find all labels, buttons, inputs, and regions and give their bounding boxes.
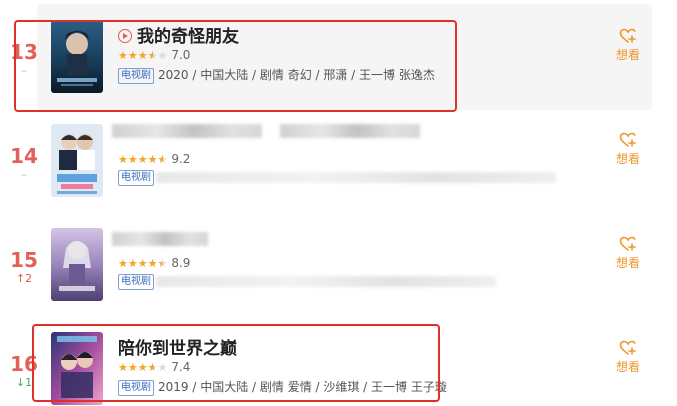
type-tag: 电视剧 [118, 274, 154, 290]
rank-number: 14 [10, 144, 38, 168]
type-tag: 电视剧 [118, 380, 154, 396]
rating-stars-icon: ★★★★★★★★★★ [118, 361, 168, 374]
heart-plus-icon [619, 132, 636, 147]
want-to-watch-button[interactable]: 想看 [610, 340, 646, 375]
rank-number: 16 [10, 352, 38, 376]
title-text: 陪你到世界之巅 [118, 339, 237, 359]
title[interactable]: 陪你到世界之巅 [118, 334, 237, 359]
poster-image[interactable] [51, 20, 103, 93]
blurred-title-extra [280, 124, 420, 138]
meta-text: 2019 / 中国大陆 / 剧情 爱情 / 沙维琪 / 王一博 王子璇 [158, 380, 447, 394]
rating-score: 9.2 [171, 152, 191, 166]
rank-number: 15 [10, 248, 38, 272]
title-text: 我的奇怪朋友 [137, 27, 239, 47]
list-item[interactable]: 14 – ★★★★★ ★★★★★ 9.2 电视剧 想看 [0, 104, 677, 204]
list-item[interactable]: 15 ↑2 ★★★★★★★★★★8.9 [0, 208, 677, 308]
poster-image[interactable] [51, 124, 103, 197]
meta-info: 电视剧 2020 / 中国大陆 / 剧情 奇幻 / 邢潇 / 王一博 张逸杰 [118, 66, 435, 84]
blurred-title [112, 124, 262, 138]
heart-plus-icon [619, 28, 636, 43]
title[interactable]: 我的奇怪朋友 [118, 22, 239, 47]
rating-score: 7.0 [171, 48, 191, 62]
meta-text: 2020 / 中国大陆 / 剧情 奇幻 / 邢潇 / 王一博 张逸杰 [158, 68, 435, 82]
want-to-watch-button[interactable]: 想看 [610, 132, 646, 167]
rating-stars-icon: ★★★★★★★★★★ [118, 49, 168, 62]
list-item[interactable]: 13 – 我的奇怪朋友 ★★★★★ ★★★ 7.0 电视剧 2020 / 中国大… [0, 0, 677, 100]
meta-info: 电视剧 2019 / 中国大陆 / 剧情 爱情 / 沙维琪 / 王一博 王子璇 [118, 378, 447, 396]
heart-plus-icon [619, 236, 636, 251]
want-to-watch-button[interactable]: 想看 [610, 28, 646, 63]
type-tag: 电视剧 [118, 170, 154, 186]
rank-number: 13 [10, 40, 38, 64]
heart-plus-icon [619, 340, 636, 355]
rating-stars-icon: ★★★★★★★★★★ [118, 153, 168, 166]
want-to-watch-button[interactable]: 想看 [610, 236, 646, 271]
rank-trend: ↑2 [15, 272, 33, 285]
rank-trend: – [21, 168, 27, 181]
rank-trend: ↓1 [15, 376, 33, 389]
rating: ★★★★★★★★★★7.4 [118, 360, 190, 374]
ranking-list: 13 – 我的奇怪朋友 ★★★★★ ★★★ 7.0 电视剧 2020 / 中国大… [0, 0, 677, 406]
meta-info: 电视剧 [118, 274, 158, 290]
rating: ★★★★★★★★★★8.9 [118, 256, 190, 270]
play-icon[interactable] [118, 29, 132, 43]
blurred-meta [156, 172, 556, 183]
rating-score: 7.4 [171, 360, 191, 374]
rating: ★★★★★★★★★★7.0 [118, 48, 190, 62]
rating: ★★★★★ ★★★★★ 9.2 [118, 152, 190, 166]
rank-trend: – [21, 64, 27, 77]
want-to-watch-label: 想看 [615, 360, 640, 374]
poster-image[interactable] [51, 228, 103, 301]
want-to-watch-label: 想看 [615, 152, 640, 166]
want-to-watch-label: 想看 [615, 48, 640, 62]
blurred-meta [156, 276, 496, 287]
meta-info: 电视剧 [118, 170, 158, 186]
list-item[interactable]: 16 ↓1 陪你到世界之巅 ★★★★★ ★★★★ 7.4 电视剧 2019 / … [0, 312, 677, 406]
want-to-watch-label: 想看 [615, 256, 640, 270]
rating-score: 8.9 [171, 256, 191, 270]
type-tag: 电视剧 [118, 68, 154, 84]
rating-stars-icon: ★★★★★★★★★★ [118, 257, 168, 270]
blurred-title [112, 232, 208, 246]
poster-image[interactable] [51, 332, 103, 405]
